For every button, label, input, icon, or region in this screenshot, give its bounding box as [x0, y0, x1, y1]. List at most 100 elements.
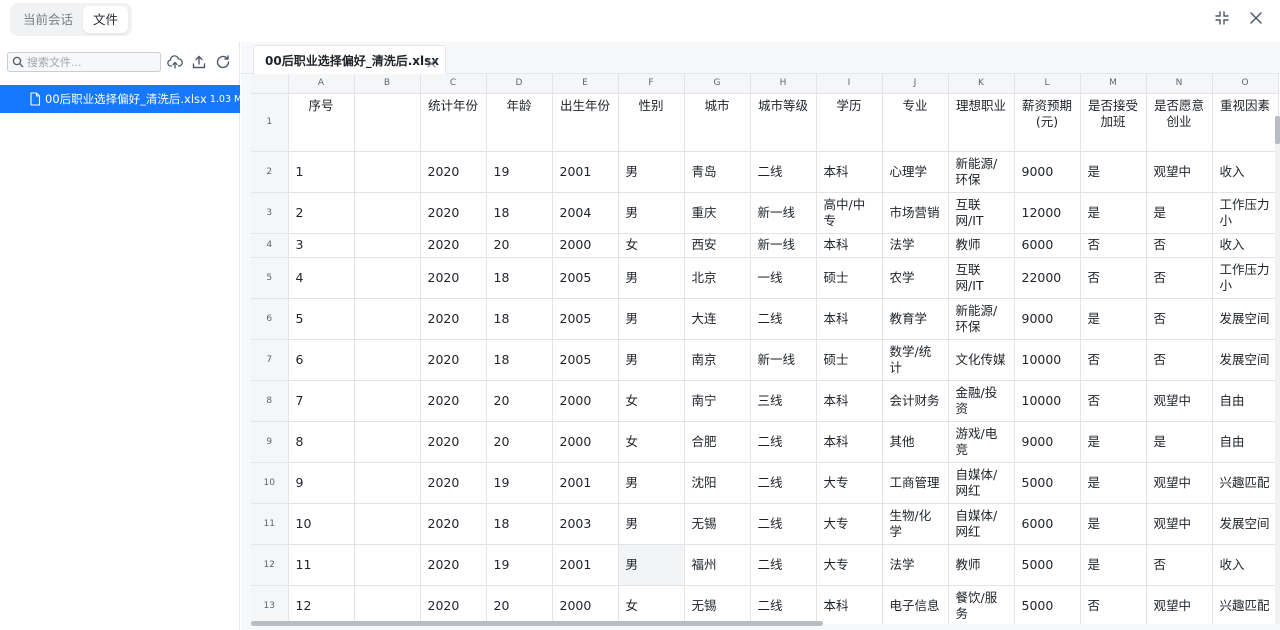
table-cell[interactable]: 教育学: [882, 298, 949, 340]
table-cell[interactable]: 二线: [750, 544, 817, 586]
cloud-upload-icon[interactable]: [167, 54, 183, 70]
table-cell[interactable]: 男: [618, 151, 685, 193]
table-cell[interactable]: 二线: [750, 151, 817, 193]
table-cell[interactable]: 观望中: [1146, 462, 1213, 504]
table-cell[interactable]: 互联网/IT: [948, 192, 1015, 234]
table-cell[interactable]: 6000: [1014, 233, 1081, 258]
table-cell[interactable]: 游戏/电竞: [948, 421, 1015, 463]
table-cell[interactable]: 南宁: [684, 380, 751, 422]
table-cell[interactable]: 是: [1146, 192, 1213, 234]
row-number[interactable]: 10: [251, 462, 289, 504]
table-cell[interactable]: 6000: [1014, 503, 1081, 545]
table-cell[interactable]: 19: [486, 151, 553, 193]
table-cell[interactable]: 19: [486, 544, 553, 586]
table-cell[interactable]: 2000: [552, 233, 619, 258]
table-cell[interactable]: 互联网/IT: [948, 257, 1015, 299]
file-list-item[interactable]: 00后职业选择偏好_清洗后.xlsx 1.03 MB: [0, 85, 249, 113]
header-cell[interactable]: 序号: [288, 93, 355, 152]
table-cell[interactable]: 是: [1146, 421, 1213, 463]
header-cell[interactable]: [354, 93, 421, 152]
table-cell[interactable]: 自由: [1212, 421, 1279, 463]
column-letter[interactable]: D: [486, 74, 553, 94]
table-cell[interactable]: 观望中: [1146, 151, 1213, 193]
table-cell[interactable]: 会计财务: [882, 380, 949, 422]
table-cell[interactable]: 大专: [816, 503, 883, 545]
row-number[interactable]: 9: [251, 421, 289, 463]
table-cell[interactable]: 发展空间: [1212, 339, 1279, 381]
table-cell[interactable]: 无锡: [684, 503, 751, 545]
table-cell[interactable]: [354, 233, 421, 258]
table-cell[interactable]: 大连: [684, 298, 751, 340]
table-cell[interactable]: 是: [1080, 298, 1147, 340]
row-number[interactable]: 12: [251, 544, 289, 586]
table-cell[interactable]: 男: [618, 462, 685, 504]
column-letter[interactable]: J: [882, 74, 949, 94]
column-letter[interactable]: A: [288, 74, 355, 94]
tab-current-session[interactable]: 当前会话: [13, 6, 83, 33]
table-cell[interactable]: 是: [1080, 462, 1147, 504]
table-cell[interactable]: 2020: [420, 462, 487, 504]
table-cell[interactable]: 女: [618, 380, 685, 422]
table-cell[interactable]: 22000: [1014, 257, 1081, 299]
table-cell[interactable]: 合肥: [684, 421, 751, 463]
table-cell[interactable]: 9000: [1014, 298, 1081, 340]
table-cell[interactable]: 5: [288, 298, 355, 340]
table-cell[interactable]: 否: [1080, 380, 1147, 422]
table-cell[interactable]: 福州: [684, 544, 751, 586]
table-cell[interactable]: 男: [618, 503, 685, 545]
table-cell[interactable]: 北京: [684, 257, 751, 299]
table-cell[interactable]: 7: [288, 380, 355, 422]
table-cell[interactable]: [354, 503, 421, 545]
vertical-scrollbar-track[interactable]: [1275, 116, 1280, 624]
table-cell[interactable]: 2004: [552, 192, 619, 234]
table-cell[interactable]: 二线: [750, 462, 817, 504]
column-letter[interactable]: E: [552, 74, 619, 94]
table-cell[interactable]: 18: [486, 298, 553, 340]
header-cell[interactable]: 统计年份: [420, 93, 487, 152]
table-cell[interactable]: 否: [1146, 339, 1213, 381]
header-cell[interactable]: 专业: [882, 93, 949, 152]
table-cell[interactable]: 生物/化学: [882, 503, 949, 545]
table-cell[interactable]: 发展空间: [1212, 298, 1279, 340]
table-cell[interactable]: 本科: [816, 233, 883, 258]
table-cell[interactable]: 西安: [684, 233, 751, 258]
corner-cell[interactable]: [251, 74, 289, 94]
table-cell[interactable]: 2001: [552, 151, 619, 193]
table-cell[interactable]: 其他: [882, 421, 949, 463]
table-cell[interactable]: 收入: [1212, 233, 1279, 258]
editor-tab[interactable]: 00后职业选择偏好_清洗后.xlsx: [253, 45, 446, 74]
table-cell[interactable]: 10: [288, 503, 355, 545]
table-cell[interactable]: 2000: [552, 380, 619, 422]
row-number[interactable]: 1: [251, 93, 289, 152]
column-letter[interactable]: I: [816, 74, 883, 94]
table-cell[interactable]: 2005: [552, 339, 619, 381]
upload-icon[interactable]: [191, 54, 207, 70]
refresh-icon[interactable]: [215, 54, 231, 70]
table-cell[interactable]: [354, 298, 421, 340]
column-letter[interactable]: O: [1212, 74, 1279, 94]
table-cell[interactable]: 2020: [420, 257, 487, 299]
search-input[interactable]: [27, 55, 147, 69]
table-cell[interactable]: 是: [1080, 503, 1147, 545]
row-number[interactable]: 11: [251, 503, 289, 545]
header-cell[interactable]: 出生年份: [552, 93, 619, 152]
table-cell[interactable]: 否: [1146, 298, 1213, 340]
table-cell[interactable]: 发展空间: [1212, 503, 1279, 545]
row-number[interactable]: 7: [251, 339, 289, 381]
table-cell[interactable]: 二线: [750, 298, 817, 340]
table-cell[interactable]: 4: [288, 257, 355, 299]
table-cell[interactable]: 数学/统计: [882, 339, 949, 381]
row-number[interactable]: 4: [251, 233, 289, 258]
table-cell[interactable]: 20: [486, 380, 553, 422]
table-cell[interactable]: 新一线: [750, 233, 817, 258]
table-cell[interactable]: 否: [1146, 257, 1213, 299]
table-cell[interactable]: 2020: [420, 421, 487, 463]
header-cell[interactable]: 性别: [618, 93, 685, 152]
header-cell[interactable]: 重视因素: [1212, 93, 1279, 152]
table-cell[interactable]: 心理学: [882, 151, 949, 193]
table-cell[interactable]: 硕士: [816, 339, 883, 381]
header-cell[interactable]: 年龄: [486, 93, 553, 152]
table-cell[interactable]: 工商管理: [882, 462, 949, 504]
table-cell[interactable]: 2020: [420, 544, 487, 586]
table-cell[interactable]: 3: [288, 233, 355, 258]
